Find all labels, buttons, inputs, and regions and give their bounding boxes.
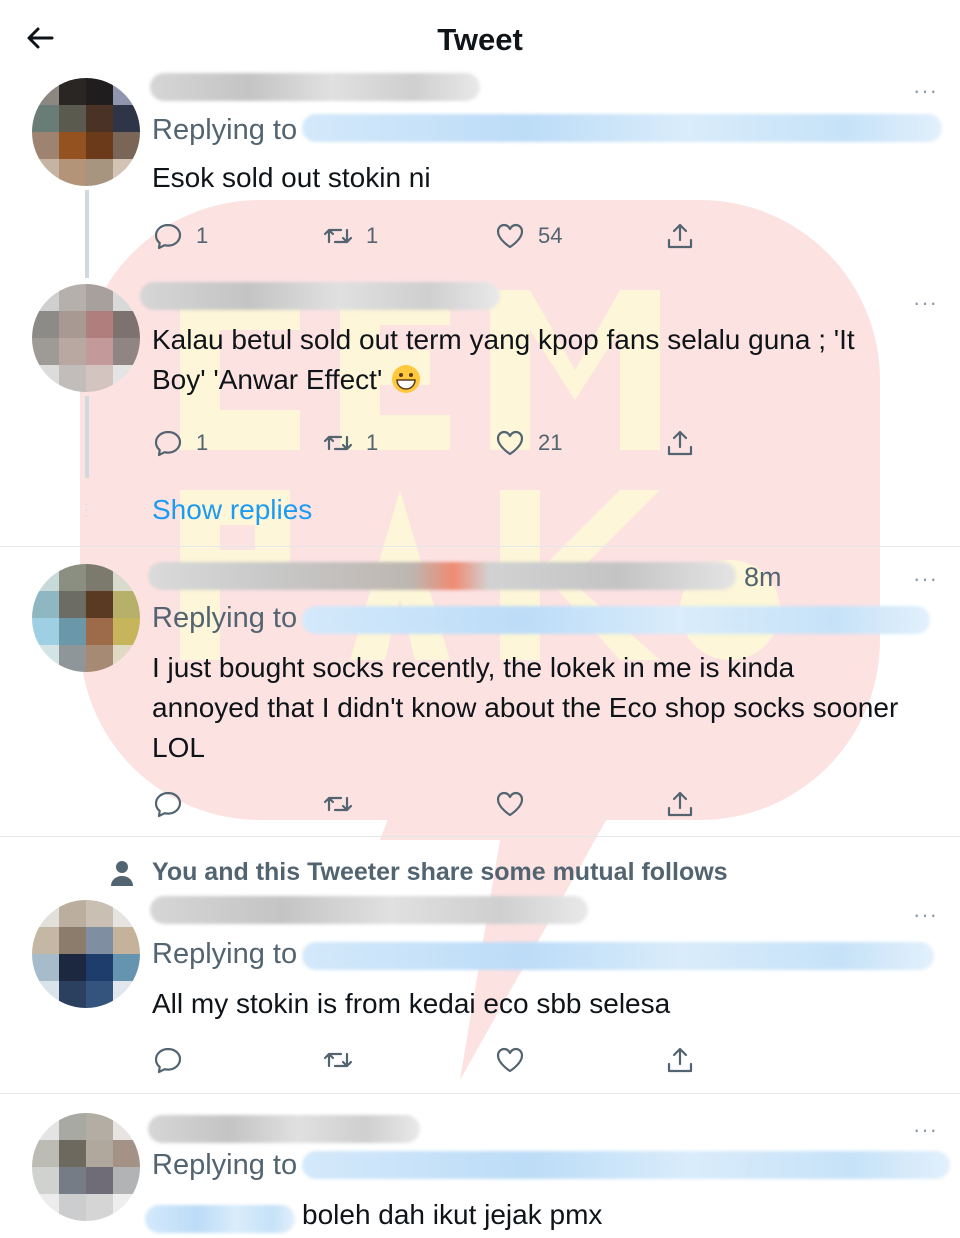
replying-to-handle[interactable] [302, 114, 942, 142]
replying-to-label: Replying to [152, 1149, 298, 1181]
share-icon [667, 430, 693, 456]
tweet-timestamp[interactable]: 8m [744, 562, 782, 593]
divider [0, 1093, 960, 1094]
reply-button[interactable]: 1 [152, 423, 208, 463]
retweet-count: 1 [366, 223, 379, 248]
more-options-icon[interactable]: ··· [913, 1117, 938, 1143]
thread-line [85, 190, 89, 278]
share-icon [667, 223, 693, 249]
avatar[interactable] [32, 900, 140, 1008]
display-name[interactable] [140, 282, 500, 310]
more-options-icon[interactable]: ··· [913, 78, 938, 104]
avatar[interactable] [32, 564, 140, 672]
more-options-icon[interactable]: ··· [913, 290, 938, 316]
avatar[interactable] [32, 284, 140, 392]
retweet-icon [323, 435, 353, 451]
page-title: Tweet [437, 22, 523, 57]
mutual-follows-text: You and this Tweeter share some mutual f… [152, 858, 728, 886]
share-icon [667, 791, 693, 817]
reply-tweet[interactable]: ··· Replying to Esok sold out stokin ni … [0, 73, 960, 278]
like-button[interactable] [494, 784, 538, 824]
mutual-follows-note: You and this Tweeter share some mutual f… [108, 858, 728, 887]
retweet-button[interactable] [322, 1040, 366, 1080]
tweet-actions [152, 784, 712, 824]
display-name[interactable] [148, 562, 736, 590]
reply-icon [154, 223, 182, 250]
retweet-button[interactable]: 1 [322, 423, 378, 463]
retweet-button[interactable]: 1 [322, 216, 378, 256]
replying-to-handle[interactable] [302, 1151, 950, 1179]
grinning-face-emoji [392, 365, 421, 393]
reply-icon [154, 791, 182, 818]
show-replies-link[interactable]: Show replies [152, 494, 312, 526]
reply-button[interactable] [152, 784, 196, 824]
reply-tweet[interactable]: ··· Replying to boleh dah ikut jejak pmx [0, 1095, 960, 1238]
heart-icon [496, 430, 524, 456]
share-button[interactable] [664, 423, 696, 463]
reply-icon [154, 1047, 182, 1074]
heart-icon [496, 1047, 524, 1073]
reply-tweet[interactable]: You and this Tweeter share some mutual f… [0, 838, 960, 1094]
heart-icon [496, 791, 524, 817]
retweet-icon [323, 796, 353, 812]
more-options-icon[interactable]: ··· [913, 566, 938, 592]
replying-to-label: Replying to [152, 938, 298, 970]
retweet-button[interactable] [322, 784, 366, 824]
reply-tweet[interactable]: · · · ··· Kalau betul sold out term yang k… [0, 278, 960, 548]
display-name[interactable] [150, 896, 588, 924]
share-icon [667, 1047, 693, 1073]
reply-count: 1 [196, 430, 209, 455]
replying-to-label: Replying to [152, 602, 298, 634]
person-icon [111, 860, 133, 886]
tweet-text: Kalau betul sold out term yang kpop fans… [152, 324, 855, 395]
thread-line [85, 396, 89, 478]
tweet-actions: 1 1 21 [152, 423, 712, 463]
like-count: 54 [538, 223, 563, 248]
retweet-count: 1 [366, 430, 379, 455]
share-button[interactable] [664, 1040, 696, 1080]
divider [0, 546, 960, 547]
display-name[interactable] [150, 73, 480, 101]
thread-gap-dots: · · · [84, 495, 89, 523]
reply-count: 1 [196, 223, 209, 248]
tweet-text: boleh dah ikut jejak pmx [302, 1199, 603, 1230]
share-button[interactable] [664, 784, 696, 824]
reply-tweet[interactable]: 8m ··· Replying to I just bought socks r… [0, 548, 960, 838]
avatar[interactable] [32, 1113, 140, 1221]
tweet-text: Esok sold out stokin ni [152, 162, 431, 193]
share-button[interactable] [664, 216, 696, 256]
replying-to-label: Replying to [152, 114, 298, 146]
like-button[interactable] [494, 1040, 538, 1080]
replying-to-handle[interactable] [302, 606, 930, 634]
tweet-text: All my stokin is from kedai eco sbb sele… [152, 988, 671, 1019]
like-count: 21 [538, 430, 563, 455]
retweet-icon [323, 228, 353, 244]
top-bar: Tweet [0, 0, 960, 78]
reply-icon [154, 430, 182, 457]
reply-button[interactable]: 1 [152, 216, 208, 256]
display-name[interactable] [148, 1115, 420, 1143]
tweet-text: I just bought socks recently, the lokek … [152, 652, 899, 763]
divider [0, 836, 960, 837]
like-button[interactable]: 54 [494, 216, 562, 256]
retweet-icon [323, 1052, 353, 1068]
avatar[interactable] [32, 78, 140, 186]
heart-icon [496, 223, 524, 249]
mention-handle[interactable] [145, 1205, 295, 1233]
reply-button[interactable] [152, 1040, 196, 1080]
like-button[interactable]: 21 [494, 423, 562, 463]
tweet-actions: 1 1 54 [152, 216, 712, 256]
tweet-actions [152, 1040, 712, 1080]
more-options-icon[interactable]: ··· [913, 902, 938, 928]
replying-to-handle[interactable] [302, 942, 934, 970]
